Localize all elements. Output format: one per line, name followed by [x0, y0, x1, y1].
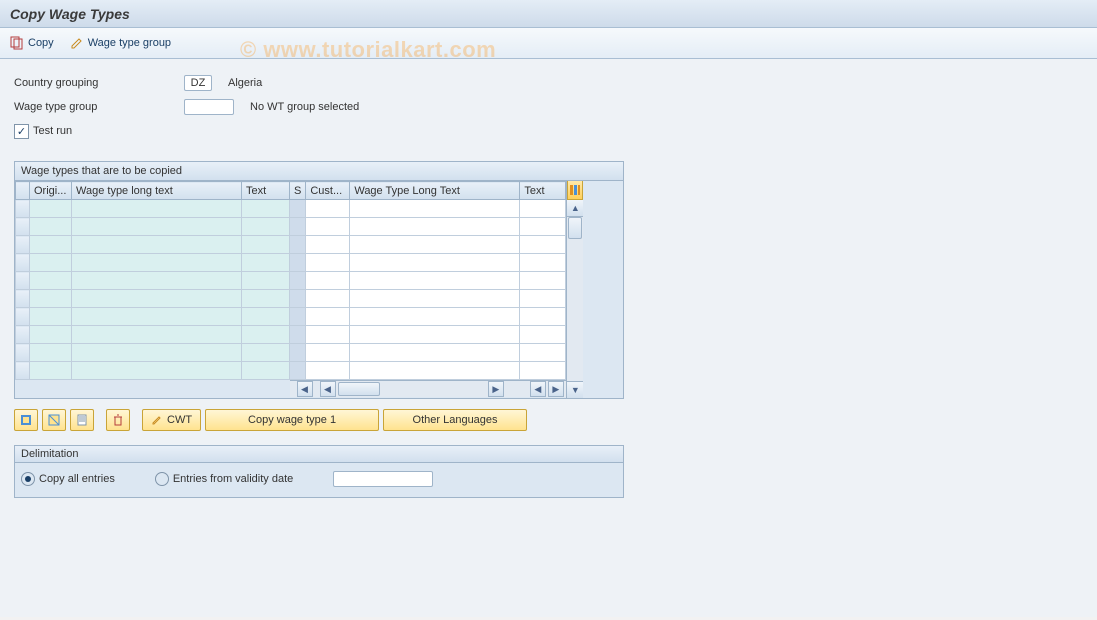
hscroll-left-3[interactable]: ◀	[530, 381, 546, 397]
vscroll-thumb[interactable]	[568, 217, 582, 239]
radio-entries-from-label: Entries from validity date	[173, 473, 293, 485]
delimitation-panel: Delimitation Copy all entries Entries fr…	[14, 445, 624, 498]
page-title: Copy Wage Types	[0, 0, 1097, 28]
wage-types-table[interactable]: Origi... Wage type long text Text S Cust…	[15, 181, 566, 398]
radio-entries-from[interactable]	[155, 472, 169, 486]
test-run-checkbox[interactable]: ✓	[14, 124, 29, 139]
wage-type-group-input[interactable]	[184, 99, 234, 115]
wage-type-group-label: Wage type group	[88, 37, 171, 49]
radio-copy-all-label: Copy all entries	[39, 473, 115, 485]
wage-types-table-title: Wage types that are to be copied	[15, 162, 623, 181]
content-area: © www.tutorialkart.com Country grouping …	[0, 59, 1097, 617]
col-text-1[interactable]: Text	[242, 182, 290, 200]
pencil-icon	[151, 414, 163, 426]
deselect-all-icon[interactable]	[42, 409, 66, 431]
other-languages-button[interactable]: Other Languages	[383, 409, 527, 431]
wage-types-table-panel: Wage types that are to be copied Origi..…	[14, 161, 624, 399]
copy-label: Copy	[28, 37, 54, 49]
table-row[interactable]	[16, 254, 566, 272]
wage-type-group-note: No WT group selected	[250, 101, 359, 113]
hscroll-left-2[interactable]: ◀	[320, 381, 336, 397]
country-name-text: Algeria	[228, 77, 262, 89]
table-row[interactable]	[16, 236, 566, 254]
col-wage-type-long-text-2[interactable]: Wage Type Long Text	[350, 182, 520, 200]
vscroll-down[interactable]: ▼	[567, 381, 583, 398]
country-grouping-label: Country grouping	[14, 77, 184, 89]
table-row[interactable]	[16, 326, 566, 344]
wage-type-group-button[interactable]: Wage type group	[70, 36, 171, 50]
copy-icon	[10, 36, 24, 50]
select-all-icon[interactable]	[14, 409, 38, 431]
app-toolbar: Copy Wage type group	[0, 28, 1097, 59]
delimitation-title: Delimitation	[15, 446, 623, 463]
hscroll-right-2[interactable]: ▶	[488, 381, 504, 397]
hscroll-right-3[interactable]: ▶	[548, 381, 564, 397]
vertical-scrollbar[interactable]: ▲ ▼	[566, 181, 583, 398]
wage-type-group-field-label: Wage type group	[14, 101, 184, 113]
table-row[interactable]	[16, 308, 566, 326]
hscroll-left-1[interactable]: ◀	[297, 381, 313, 397]
table-row[interactable]	[16, 218, 566, 236]
table-row[interactable]	[16, 290, 566, 308]
radio-copy-all[interactable]	[21, 472, 35, 486]
table-config-icon[interactable]	[567, 181, 583, 200]
hscroll-track[interactable]	[336, 382, 488, 396]
delete-icon[interactable]	[106, 409, 130, 431]
copy-button[interactable]: Copy	[10, 36, 54, 50]
document-icon[interactable]	[70, 409, 94, 431]
row-selector-header	[16, 182, 30, 200]
cwt-label: CWT	[167, 414, 192, 426]
col-text-2[interactable]: Text	[520, 182, 566, 200]
table-row[interactable]	[16, 200, 566, 218]
table-row[interactable]	[16, 344, 566, 362]
table-row[interactable]	[16, 362, 566, 380]
vscroll-up[interactable]: ▲	[567, 200, 583, 217]
pencil-icon	[70, 36, 84, 50]
action-button-row: CWT Copy wage type 1 Other Languages	[14, 409, 1083, 431]
copy-wage-type-1-button[interactable]: Copy wage type 1	[205, 409, 379, 431]
validity-date-input[interactable]	[333, 471, 433, 487]
table-row[interactable]	[16, 272, 566, 290]
cwt-button[interactable]: CWT	[142, 409, 201, 431]
col-s[interactable]: S	[290, 182, 306, 200]
country-grouping-input[interactable]: DZ	[184, 75, 212, 91]
col-origin[interactable]: Origi...	[30, 182, 72, 200]
test-run-label: Test run	[33, 125, 72, 137]
col-cust[interactable]: Cust...	[306, 182, 350, 200]
col-wage-type-long-text-1[interactable]: Wage type long text	[72, 182, 242, 200]
